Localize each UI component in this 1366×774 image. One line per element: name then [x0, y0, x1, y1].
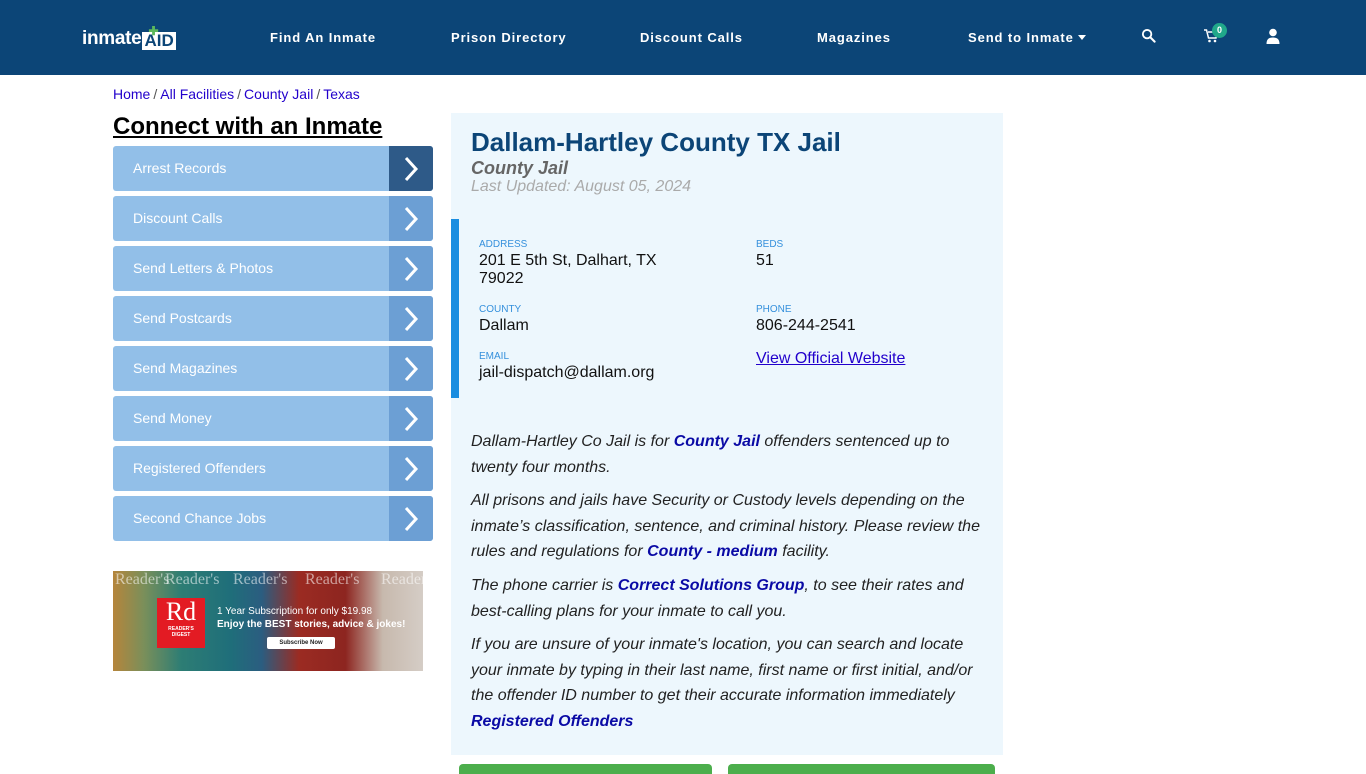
top-navbar: inmate ✚ AID Find An Inmate Prison Direct… — [0, 0, 1366, 75]
description-paragraph: If you are unsure of your inmate's locat… — [471, 636, 973, 730]
logo-text: inmate — [82, 28, 142, 49]
chevron-right-icon — [389, 396, 433, 441]
chevron-right-icon — [389, 446, 433, 491]
chevron-right-icon — [389, 496, 433, 541]
breadcrumb-county-jail[interactable]: County Jail — [244, 86, 313, 102]
readers-digest-logo: Rd READER'S DIGEST — [157, 598, 205, 648]
sidebar-item-send-letters-photos[interactable]: Send Letters & Photos — [113, 246, 433, 291]
sidebar-menu: Arrest Records Discount Calls Send Lette… — [113, 146, 433, 546]
description-paragraph: The phone carrier is Correct Solutions G… — [471, 576, 964, 620]
facility-title: Dallam-Hartley County TX Jail — [471, 127, 841, 157]
sidebar-item-registered-offenders[interactable]: Registered Offenders — [113, 446, 433, 491]
caret-down-icon — [1077, 35, 1086, 40]
chevron-right-icon — [389, 246, 433, 291]
nav-send-to-inmate[interactable]: Send to Inmate — [968, 30, 1086, 45]
inmateaid-logo[interactable]: inmate ✚ AID — [82, 24, 176, 50]
nav-magazines[interactable]: Magazines — [817, 30, 891, 45]
connect-with-inmate-heading: Connect with an Inmate — [113, 113, 383, 140]
ad-tagline: Enjoy the BEST stories, advice & jokes! — [217, 619, 406, 630]
nav-discount-calls[interactable]: Discount Calls — [640, 30, 743, 45]
facility-panel: Dallam-Hartley County TX Jail County Jai… — [451, 113, 1003, 755]
sidebar-item-send-money[interactable]: Send Money — [113, 396, 433, 441]
view-official-website-link[interactable]: View Official Website — [756, 350, 905, 368]
nav-find-an-inmate[interactable]: Find An Inmate — [270, 30, 376, 45]
chevron-right-icon — [389, 346, 433, 391]
phone-field: PHONE 806-244-2541 — [756, 304, 856, 334]
sidebar-item-send-postcards[interactable]: Send Postcards — [113, 296, 433, 341]
cart-count-badge: 0 — [1212, 23, 1227, 38]
ad-offer-text: 1 Year Subscription for only $19.98 — [217, 606, 373, 617]
action-button-left[interactable] — [459, 764, 712, 774]
county-jail-link[interactable]: County Jail — [674, 433, 760, 450]
logo-aid: ✚ AID — [142, 24, 176, 50]
sidebar-item-arrest-records[interactable]: Arrest Records — [113, 146, 433, 191]
sidebar-item-send-magazines[interactable]: Send Magazines — [113, 346, 433, 391]
address-field: ADDRESS 201 E 5th St, Dalhart, TX 79022 — [479, 239, 657, 287]
chevron-right-icon — [389, 196, 433, 241]
facility-info-box: ADDRESS 201 E 5th St, Dalhart, TX 79022 … — [451, 219, 1003, 398]
beds-field: BEDS 51 — [756, 239, 784, 269]
sidebar-item-second-chance-jobs[interactable]: Second Chance Jobs — [113, 496, 433, 541]
county-field: COUNTY Dallam — [479, 304, 529, 334]
readers-digest-ad-banner[interactable]: Reader's Reader's Reader's Reader's Read… — [113, 571, 423, 671]
last-updated: Last Updated: August 05, 2024 — [471, 178, 692, 195]
chevron-right-icon — [389, 296, 433, 341]
facility-description: Dallam-Hartley Co Jail is for County Jai… — [471, 429, 986, 735]
user-icon[interactable] — [1266, 28, 1284, 46]
email-field: EMAIL jail-dispatch@dallam.org — [479, 351, 655, 381]
breadcrumb-texas[interactable]: Texas — [323, 86, 360, 102]
description-paragraph: All prisons and jails have Security or C… — [471, 492, 980, 561]
breadcrumb-all-facilities[interactable]: All Facilities — [160, 86, 234, 102]
plus-icon: ✚ — [148, 24, 159, 38]
county-medium-link[interactable]: County - medium — [647, 543, 778, 560]
facility-type: County Jail — [471, 158, 569, 178]
subscribe-now-button[interactable]: Subscribe Now — [267, 637, 335, 649]
action-button-right[interactable] — [728, 764, 995, 774]
breadcrumb: Home / All Facilities / County Jail / Texas — [113, 86, 360, 102]
breadcrumb-home[interactable]: Home — [113, 86, 150, 102]
search-icon[interactable] — [1141, 28, 1159, 46]
sidebar-item-discount-calls[interactable]: Discount Calls — [113, 196, 433, 241]
chevron-right-icon — [389, 146, 433, 191]
description-paragraph: Dallam-Hartley Co Jail is for County Jai… — [471, 433, 950, 476]
registered-offenders-link[interactable]: Registered Offenders — [471, 713, 633, 730]
nav-prison-directory[interactable]: Prison Directory — [451, 30, 567, 45]
correct-solutions-group-link[interactable]: Correct Solutions Group — [618, 577, 805, 594]
